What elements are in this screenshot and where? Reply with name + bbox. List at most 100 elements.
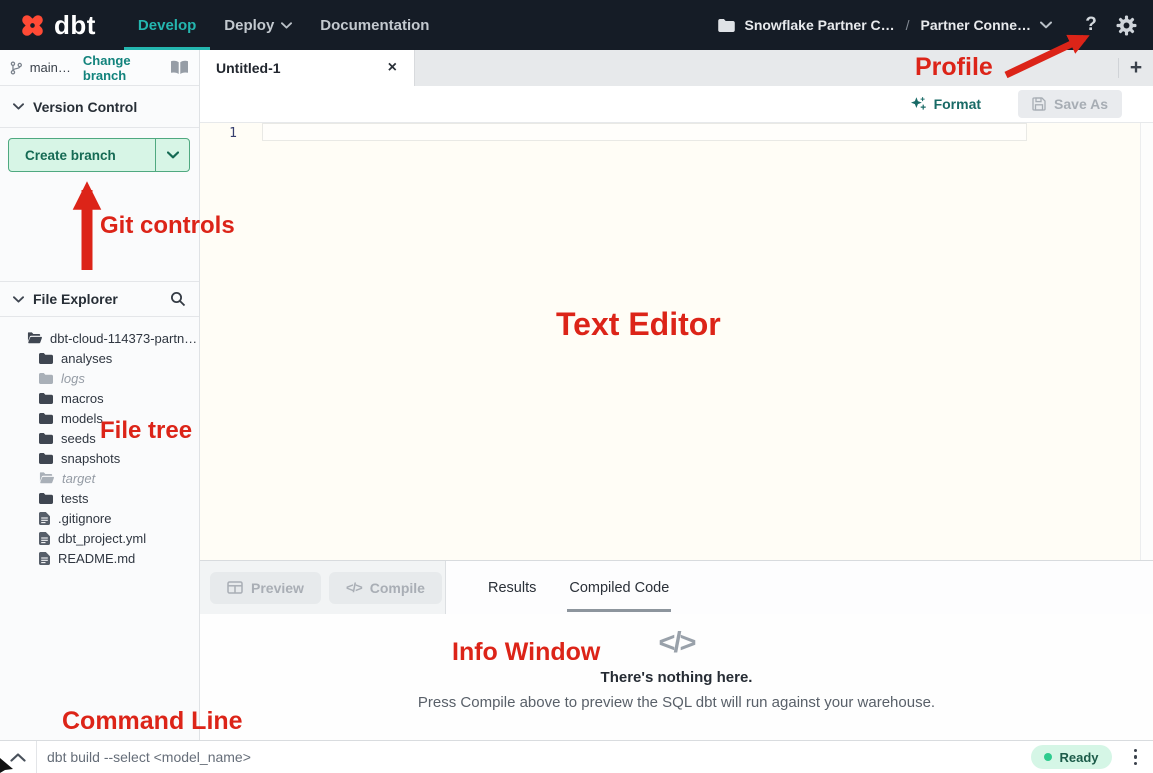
tree-item-label: tests <box>61 491 88 506</box>
tree-item-logs[interactable]: logs <box>0 368 199 388</box>
tab-results[interactable]: Results <box>488 561 536 614</box>
folder-icon <box>39 373 53 384</box>
tree-item-project-root[interactable]: dbt-cloud-114373-partn… <box>0 328 199 348</box>
new-tab-button[interactable]: + <box>1119 50 1153 86</box>
editor-tab-bar: Untitled-1 × + <box>200 50 1153 86</box>
kebab-menu-icon[interactable] <box>1126 745 1146 770</box>
brand-name: dbt <box>54 10 96 41</box>
tree-item-label: models <box>61 411 103 426</box>
docs-book-icon[interactable] <box>170 60 189 75</box>
status-badge: Ready <box>1031 745 1111 769</box>
top-navbar: dbt Develop Deploy Documentation Snowfla… <box>0 0 1153 50</box>
expand-command-bar-button[interactable] <box>0 741 37 773</box>
branch-bar: main… Change branch <box>0 50 199 86</box>
folder-icon <box>39 413 53 424</box>
tree-item-label: target <box>62 471 95 486</box>
tab-close-icon[interactable]: × <box>385 59 400 77</box>
tree-item-models[interactable]: models <box>0 408 199 428</box>
preview-button[interactable]: Preview <box>210 572 321 604</box>
file-explorer-header[interactable]: File Explorer <box>0 281 199 317</box>
chevron-down-icon <box>167 151 179 159</box>
git-branch-icon <box>10 60 23 76</box>
project-selector[interactable]: Snowflake Partner C… / Partner Conne… <box>718 17 1052 33</box>
command-bar: Ready <box>0 740 1153 773</box>
change-branch-link[interactable]: Change branch <box>83 53 163 83</box>
tree-item-seeds[interactable]: seeds <box>0 428 199 448</box>
dbt-cloud-ide: dbt Develop Deploy Documentation Snowfla… <box>0 0 1153 773</box>
empty-state-hint: Press Compile above to preview the SQL d… <box>418 694 935 711</box>
status-dot-icon <box>1044 753 1052 761</box>
dbt-logo-icon <box>18 11 47 40</box>
tree-item-analyses[interactable]: analyses <box>0 348 199 368</box>
tab-compiled-code[interactable]: Compiled Code <box>569 561 669 614</box>
editor-scrollbar-gutter[interactable] <box>1140 123 1153 560</box>
tree-item-tests[interactable]: tests <box>0 488 199 508</box>
panel-tabs: Results Compiled Code <box>446 561 1153 614</box>
file-explorer-title: File Explorer <box>33 291 118 307</box>
chevron-down-icon <box>13 103 24 110</box>
tree-item-label: logs <box>61 371 85 386</box>
panel-actions: Preview </> Compile <box>200 561 446 614</box>
format-label: Format <box>934 96 981 112</box>
tree-item-snapshots[interactable]: snapshots <box>0 448 199 468</box>
tree-item-macros[interactable]: macros <box>0 388 199 408</box>
project-name: Partner Conne… <box>921 17 1031 33</box>
folder-icon <box>39 353 53 364</box>
version-control-title: Version Control <box>33 99 137 115</box>
tree-item-gitignore[interactable]: .gitignore <box>0 508 199 528</box>
settings-gear-icon[interactable] <box>1116 15 1137 36</box>
current-branch-label: main… <box>30 60 71 75</box>
chevron-down-icon <box>13 296 24 303</box>
tree-item-label: .gitignore <box>58 511 111 526</box>
empty-state-title: There's nothing here. <box>601 669 753 686</box>
tab-title: Untitled-1 <box>216 60 385 76</box>
file-icon <box>39 532 50 545</box>
help-icon[interactable]: ? <box>1080 14 1102 36</box>
save-icon <box>1032 97 1046 111</box>
folder-icon <box>39 493 53 504</box>
save-as-button[interactable]: Save As <box>1018 90 1122 118</box>
folder-icon <box>39 393 53 404</box>
folder-icon <box>39 453 53 464</box>
file-icon <box>39 552 50 565</box>
panel-empty-state: </> There's nothing here. Press Compile … <box>200 614 1153 740</box>
compile-button[interactable]: </> Compile <box>329 572 442 604</box>
command-input[interactable] <box>37 749 1031 765</box>
navbar-right: Snowflake Partner C… / Partner Conne… ? <box>718 14 1153 36</box>
format-button[interactable]: Format <box>910 96 981 113</box>
results-panel: Preview </> Compile Results Compiled Cod… <box>200 560 1153 740</box>
breadcrumb-separator: / <box>904 17 912 33</box>
tree-item-target[interactable]: target <box>0 468 199 488</box>
preview-label: Preview <box>251 580 304 596</box>
account-name: Snowflake Partner C… <box>744 17 894 33</box>
sparkle-icon <box>910 96 927 113</box>
current-line-highlight <box>262 123 1027 141</box>
dbt-logo[interactable]: dbt <box>18 10 96 41</box>
file-tree: dbt-cloud-114373-partn… analyses logs ma… <box>0 317 199 568</box>
tree-item-label: macros <box>61 391 104 406</box>
tree-item-dbt-project-yml[interactable]: dbt_project.yml <box>0 528 199 548</box>
nav-develop[interactable]: Develop <box>124 0 210 50</box>
chevron-down-icon <box>281 22 292 29</box>
create-branch-button[interactable]: Create branch <box>9 139 156 171</box>
tab-untitled-1[interactable]: Untitled-1 × <box>200 50 415 86</box>
version-control-body: Create branch <box>0 128 199 281</box>
line-number: 1 <box>222 126 237 141</box>
results-panel-header: Preview </> Compile Results Compiled Cod… <box>200 561 1153 614</box>
tree-item-label: snapshots <box>61 451 120 466</box>
nav-deploy[interactable]: Deploy <box>210 0 306 50</box>
search-icon[interactable] <box>170 291 186 307</box>
save-as-label: Save As <box>1054 96 1108 112</box>
tree-item-label: dbt-cloud-114373-partn… <box>50 331 197 346</box>
folder-icon <box>39 433 53 444</box>
tree-item-readme[interactable]: README.md <box>0 548 199 568</box>
version-control-header[interactable]: Version Control <box>0 86 199 128</box>
folder-open-icon <box>39 472 54 484</box>
chevron-down-icon <box>1040 21 1052 29</box>
tree-item-label: analyses <box>61 351 112 366</box>
nav-documentation[interactable]: Documentation <box>306 0 443 50</box>
code-editor[interactable]: 1 <box>200 123 1153 560</box>
create-branch-caret[interactable] <box>156 139 189 171</box>
compile-label: Compile <box>370 580 425 596</box>
folder-icon <box>718 19 735 32</box>
